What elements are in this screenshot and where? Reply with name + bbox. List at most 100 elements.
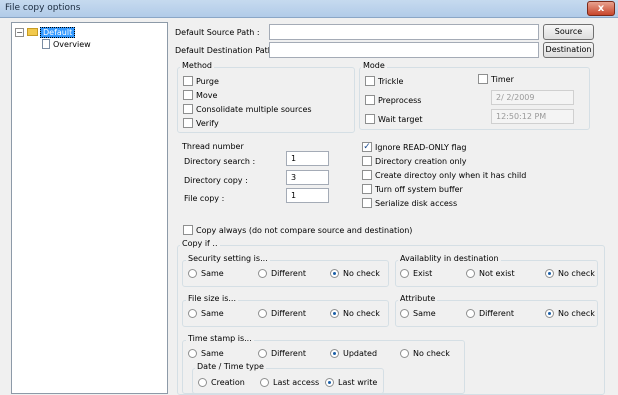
directory-search-input[interactable]: 1 bbox=[286, 151, 329, 166]
checkbox-icon bbox=[183, 118, 193, 128]
checkbox-icon bbox=[365, 76, 375, 86]
destination-button[interactable]: Destination bbox=[543, 42, 594, 58]
time-picker[interactable]: 12:50:12 PM bbox=[491, 109, 574, 124]
radio-icon bbox=[188, 349, 197, 358]
source-button[interactable]: Source bbox=[543, 24, 594, 40]
preprocess-label: Preprocess bbox=[378, 95, 422, 105]
directory-search-label: Directory search : bbox=[184, 157, 256, 166]
time-stamp-title: Time stamp is... bbox=[186, 334, 254, 343]
directory-copy-input[interactable]: 3 bbox=[286, 170, 329, 185]
time-stamp-different-radio[interactable]: Different bbox=[258, 349, 306, 358]
trickle-checkbox[interactable]: Trickle bbox=[365, 76, 403, 86]
title-bar: File copy options x bbox=[0, 0, 618, 18]
last-access-radio[interactable]: Last access bbox=[260, 378, 319, 387]
destination-path-input[interactable] bbox=[269, 42, 539, 58]
date-time-type-title: Date / Time type bbox=[195, 362, 266, 371]
preprocess-checkbox[interactable]: Preprocess bbox=[365, 95, 421, 105]
radio-icon bbox=[466, 269, 475, 278]
time-stamp-no-check-radio[interactable]: No check bbox=[400, 349, 450, 358]
date-value: 2/ 2/2009 bbox=[496, 93, 535, 102]
security-same-radio[interactable]: Same bbox=[188, 269, 224, 278]
checkbox-icon bbox=[362, 184, 372, 194]
directory-copy-label: Directory copy : bbox=[184, 176, 248, 185]
source-path-input[interactable] bbox=[269, 24, 539, 40]
method-title: Method bbox=[180, 61, 215, 70]
collapse-icon[interactable]: − bbox=[15, 27, 24, 37]
mode-title: Mode bbox=[361, 61, 387, 70]
copy-always-checkbox[interactable]: Copy always (do not compare source and d… bbox=[183, 225, 412, 235]
verify-label: Verify bbox=[196, 118, 219, 128]
destination-path-label: Default Destination Path : bbox=[175, 46, 279, 55]
radio-selected-icon bbox=[330, 269, 339, 278]
availability-title: Availablity in destination bbox=[398, 254, 501, 263]
turn-off-buffer-checkbox[interactable]: Turn off system buffer bbox=[362, 184, 463, 194]
file-size-same-radio[interactable]: Same bbox=[188, 309, 224, 318]
serialize-disk-label: Serialize disk access bbox=[375, 198, 458, 208]
timer-checkbox[interactable]: Timer bbox=[478, 74, 514, 84]
folder-icon bbox=[27, 28, 38, 36]
consolidate-checkbox[interactable]: Consolidate multiple sources bbox=[183, 104, 312, 114]
ignore-readonly-label: Ignore READ-ONLY flag bbox=[375, 142, 467, 152]
thread-number-title: Thread number bbox=[182, 142, 244, 151]
radio-selected-icon bbox=[325, 378, 334, 387]
radio-icon bbox=[260, 378, 269, 387]
serialize-disk-checkbox[interactable]: Serialize disk access bbox=[362, 198, 457, 208]
last-write-radio[interactable]: Last write bbox=[325, 378, 377, 387]
file-size-no-check-radio[interactable]: No check bbox=[330, 309, 380, 318]
verify-checkbox[interactable]: Verify bbox=[183, 118, 219, 128]
file-size-different-radio[interactable]: Different bbox=[258, 309, 306, 318]
ignore-readonly-checkbox[interactable]: ✓ Ignore READ-ONLY flag bbox=[362, 142, 466, 152]
checkbox-icon bbox=[362, 198, 372, 208]
purge-checkbox[interactable]: Purge bbox=[183, 76, 219, 86]
source-path-label: Default Source Path : bbox=[175, 28, 260, 37]
radio-selected-icon bbox=[545, 309, 554, 318]
radio-icon bbox=[400, 309, 409, 318]
radio-icon bbox=[400, 349, 409, 358]
close-button[interactable]: x bbox=[587, 1, 615, 16]
options-tree[interactable]: − Default Overview bbox=[11, 22, 168, 394]
radio-icon bbox=[258, 349, 267, 358]
directory-creation-only-label: Directory creation only bbox=[375, 156, 467, 166]
file-copy-input[interactable]: 1 bbox=[286, 188, 329, 203]
availability-no-check-radio[interactable]: No check bbox=[545, 269, 595, 278]
tree-label-default[interactable]: Default bbox=[40, 26, 76, 38]
purge-label: Purge bbox=[196, 76, 219, 86]
tree-node-overview[interactable]: Overview bbox=[42, 38, 91, 50]
radio-icon bbox=[400, 269, 409, 278]
time-stamp-updated-radio[interactable]: Updated bbox=[330, 349, 377, 358]
file-size-title: File size is... bbox=[186, 294, 239, 303]
checkbox-icon bbox=[362, 170, 372, 180]
checkbox-icon bbox=[183, 104, 193, 114]
radio-selected-icon bbox=[330, 309, 339, 318]
security-title: Security setting is... bbox=[186, 254, 270, 263]
checkbox-icon bbox=[478, 74, 488, 84]
copy-if-title: Copy if .. bbox=[180, 239, 220, 248]
radio-icon bbox=[188, 309, 197, 318]
wait-target-checkbox[interactable]: Wait target bbox=[365, 114, 423, 124]
availability-not-exist-radio[interactable]: Not exist bbox=[466, 269, 515, 278]
radio-icon bbox=[466, 309, 475, 318]
creation-radio[interactable]: Creation bbox=[198, 378, 245, 387]
attribute-no-check-radio[interactable]: No check bbox=[545, 309, 595, 318]
security-different-radio[interactable]: Different bbox=[258, 269, 306, 278]
checkbox-icon bbox=[183, 90, 193, 100]
attribute-different-radio[interactable]: Different bbox=[466, 309, 514, 318]
directory-creation-only-checkbox[interactable]: Directory creation only bbox=[362, 156, 467, 166]
move-label: Move bbox=[196, 90, 218, 100]
tree-node-default[interactable]: − Default bbox=[15, 26, 76, 38]
attribute-same-radio[interactable]: Same bbox=[400, 309, 436, 318]
time-value: 12:50:12 PM bbox=[496, 112, 547, 121]
radio-selected-icon bbox=[330, 349, 339, 358]
availability-exist-radio[interactable]: Exist bbox=[400, 269, 432, 278]
create-directory-child-checkbox[interactable]: Create directoy only when it has child bbox=[362, 170, 526, 180]
checkbox-icon bbox=[362, 156, 372, 166]
security-no-check-radio[interactable]: No check bbox=[330, 269, 380, 278]
wait-target-label: Wait target bbox=[378, 114, 423, 124]
file-copy-label: File copy : bbox=[184, 194, 225, 203]
date-picker[interactable]: 2/ 2/2009 bbox=[491, 90, 574, 105]
tree-label-overview[interactable]: Overview bbox=[53, 40, 91, 49]
checkbox-icon bbox=[365, 95, 375, 105]
move-checkbox[interactable]: Move bbox=[183, 90, 217, 100]
time-stamp-same-radio[interactable]: Same bbox=[188, 349, 224, 358]
radio-icon bbox=[188, 269, 197, 278]
